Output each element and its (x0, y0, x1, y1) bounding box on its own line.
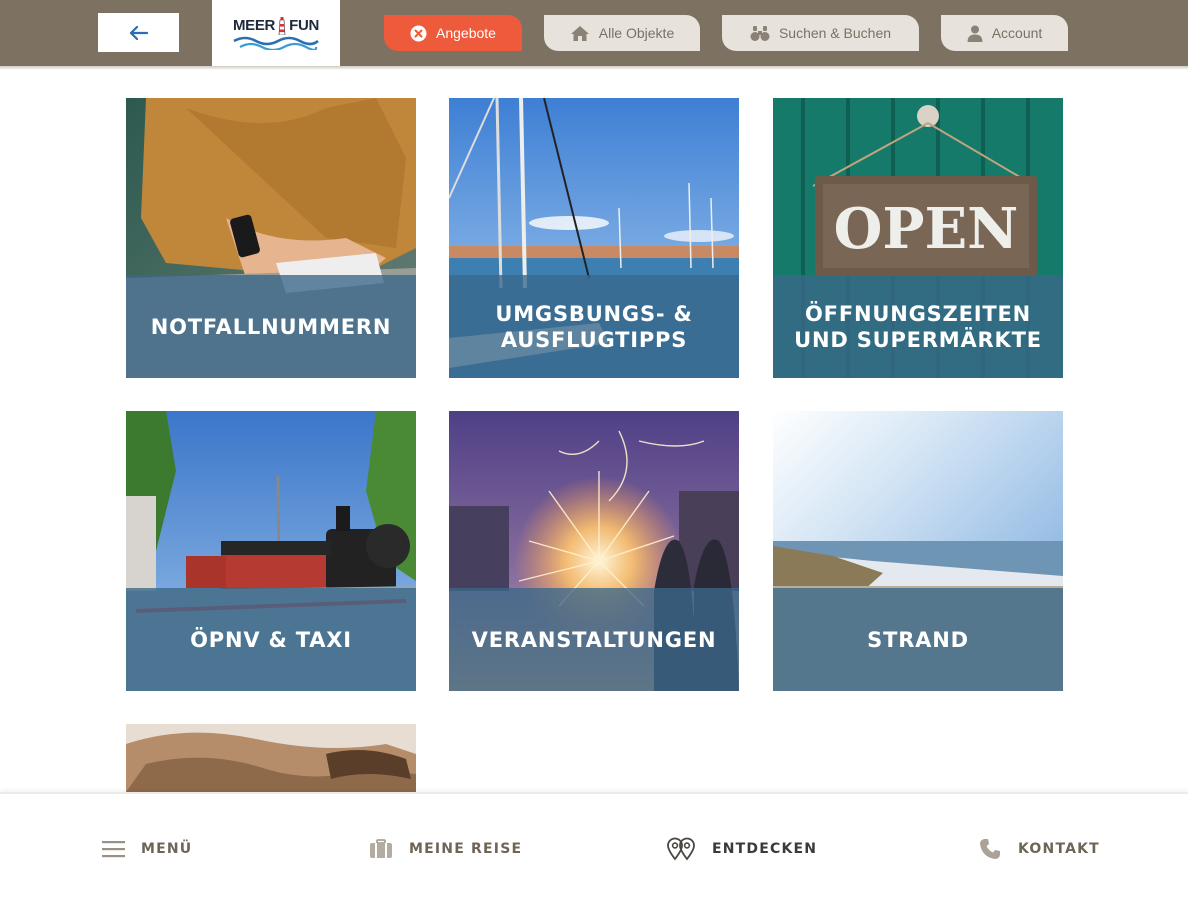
bottom-nav-menu-label: MENÜ (141, 841, 193, 857)
logo-text-right: FUN (289, 17, 320, 34)
bottom-nav-menu[interactable]: MENÜ (102, 834, 192, 864)
home-icon (570, 25, 589, 41)
nav-alle-objekte-label: Alle Objekte (598, 25, 675, 41)
tile-strand[interactable]: STRAND (773, 411, 1063, 691)
brand-logo[interactable]: MEER FUN (212, 0, 340, 66)
back-button[interactable] (98, 13, 179, 52)
bottom-nav-entdecken-label: ENTDECKEN (712, 841, 818, 857)
tile-veranstaltungen[interactable]: VERANSTALTUNGEN (449, 411, 739, 691)
nav-account-button[interactable]: Account (941, 15, 1068, 51)
tile-label: UMGSBUNGS- & AUSFLUGTIPPS (495, 301, 693, 352)
bottom-navigation: MENÜ MEINE REISE ENTDECKEN KONTAKT (0, 792, 1188, 900)
tile-image-cat (126, 724, 416, 792)
tile-notfallnummern[interactable]: NOTFALLNUMMERN (126, 98, 416, 378)
tile-label: NOTFALLNUMMERN (150, 314, 392, 339)
tile-label: STRAND (867, 627, 969, 652)
map-pins-icon (667, 837, 695, 861)
tile-partial-cat[interactable] (126, 724, 416, 792)
tile-ausflugtipps[interactable]: UMGSBUNGS- & AUSFLUGTIPPS (449, 98, 739, 378)
logo-text-left: MEER (232, 17, 276, 34)
header-divider (0, 66, 1188, 70)
tile-label: ÖFFNUNGSZEITEN UND SUPERMÄRKTE (794, 301, 1042, 352)
bottom-nav-meine-reise[interactable]: MEINE REISE (369, 834, 522, 864)
phone-icon (980, 839, 1000, 859)
lighthouse-icon (278, 16, 286, 35)
hamburger-icon (102, 841, 125, 858)
user-icon (967, 25, 983, 42)
nav-suchen-buchen-button[interactable]: Suchen & Buchen (722, 15, 919, 51)
nav-alle-objekte-button[interactable]: Alle Objekte (544, 15, 700, 51)
nav-angebote-label: Angebote (436, 25, 496, 41)
bottom-nav-meine-reise-label: MEINE REISE (409, 841, 523, 857)
bottom-nav-entdecken[interactable]: ENTDECKEN (666, 834, 817, 864)
binoculars-icon (750, 25, 770, 41)
arrow-left-icon (129, 25, 148, 40)
close-circle-icon (410, 25, 427, 41)
nav-angebote-button[interactable]: Angebote (384, 15, 522, 51)
tile-label: VERANSTALTUNGEN (471, 627, 717, 652)
tile-oeffnungszeiten[interactable]: OPEN ÖFFNUNGSZEITEN UND SUPERMÄRKTE (773, 98, 1063, 378)
nav-suchen-buchen-label: Suchen & Buchen (778, 25, 892, 41)
nav-account-label: Account (991, 25, 1043, 41)
waves-icon (233, 36, 319, 50)
top-header: MEER FUN Angebote Alle Objekte Suchen & … (0, 0, 1188, 66)
tile-oepnv-taxi[interactable]: ÖPNV & TAXI (126, 411, 416, 691)
svg-text:OPEN: OPEN (834, 196, 1019, 262)
luggage-icon (370, 839, 392, 858)
bottom-nav-kontakt[interactable]: KONTAKT (978, 834, 1100, 864)
bottom-nav-kontakt-label: KONTAKT (1018, 841, 1100, 857)
tile-label: ÖPNV & TAXI (190, 627, 352, 652)
